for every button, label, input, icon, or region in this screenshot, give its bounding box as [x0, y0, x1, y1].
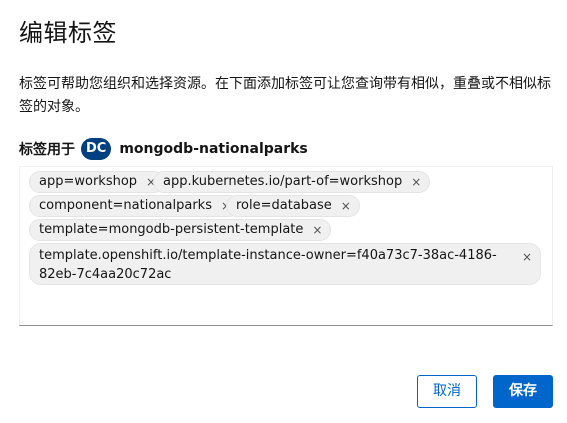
remove-label-icon[interactable]: × [411, 172, 421, 192]
labels-input[interactable]: app=workshop × app.kubernetes.io/part-of… [19, 166, 553, 326]
modal-title: 编辑标签 [19, 19, 117, 47]
label-chip: app=workshop × [29, 171, 166, 193]
edit-labels-modal: 编辑标签 标签可帮助您组织和选择资源。在下面添加标签可让您查询带有相似，重叠或不… [0, 0, 567, 423]
label-chip: component=nationalparks × [29, 195, 241, 217]
label-chip: role=database × [226, 195, 360, 217]
label-chip: app.kubernetes.io/part-of=workshop × [153, 171, 431, 193]
resource-name: mongodb-nationalparks [119, 141, 308, 157]
remove-label-icon[interactable]: × [341, 196, 351, 216]
label-chip: template.openshift.io/template-instance-… [29, 243, 541, 285]
labels-for-prefix: 标签用于 [19, 142, 75, 158]
label-chip-text: template.openshift.io/template-instance-… [39, 248, 497, 282]
save-button[interactable]: 保存 [493, 375, 553, 408]
modal-description: 标签可帮助您组织和选择资源。在下面添加标签可让您查询带有相似，重叠或不相似标签的… [19, 76, 551, 115]
label-chip-text: app.kubernetes.io/part-of=workshop [163, 174, 403, 189]
deployment-config-badge: DC [81, 138, 112, 160]
labels-for-row: 标签用于 DC mongodb-nationalparks [19, 137, 308, 161]
label-chip-text: role=database [236, 198, 332, 213]
label-chip-text: template=mongodb-persistent-template [39, 222, 304, 237]
remove-label-icon[interactable]: × [312, 220, 322, 240]
cancel-button[interactable]: 取消 [417, 375, 477, 408]
label-chip: template=mongodb-persistent-template × [29, 219, 332, 241]
remove-label-icon[interactable]: × [522, 247, 532, 267]
label-chip-text: app=workshop [39, 174, 138, 189]
label-chip-text: component=nationalparks [39, 198, 212, 213]
